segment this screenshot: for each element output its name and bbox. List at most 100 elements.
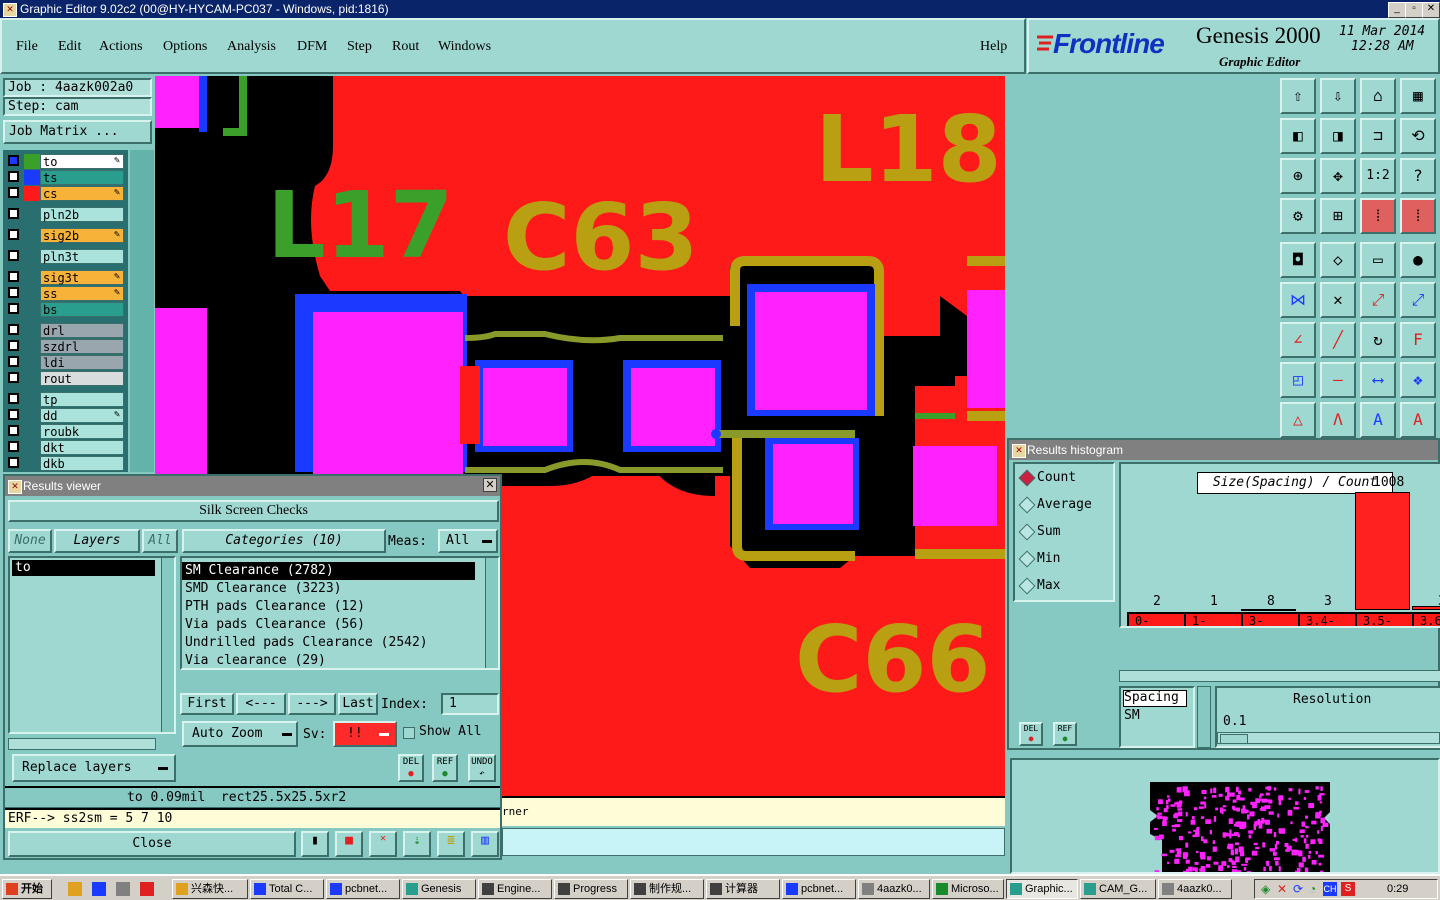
layer-row-ts[interactable]: ts bbox=[6, 170, 124, 185]
taskbar-item[interactable]: Genesis bbox=[402, 879, 476, 899]
layer-name[interactable]: dkb bbox=[40, 456, 124, 471]
quick-launch-icon[interactable] bbox=[92, 882, 106, 896]
category-item[interactable]: Undrilled pads Clearance (2542) bbox=[182, 634, 498, 652]
mode-radio-max[interactable]: Max bbox=[1015, 572, 1113, 599]
mode-radio-count[interactable]: Count bbox=[1015, 464, 1113, 491]
layer-color-swatch[interactable] bbox=[24, 270, 40, 285]
mirror-icon[interactable]: ⊐ bbox=[1360, 118, 1396, 154]
layer-color-swatch[interactable] bbox=[24, 302, 40, 317]
taskbar-item[interactable]: 4aazk0... bbox=[858, 879, 930, 899]
layer-color-swatch[interactable] bbox=[24, 207, 40, 222]
resolution-slider[interactable] bbox=[1217, 732, 1440, 744]
layer-name[interactable]: sig2b bbox=[40, 228, 124, 243]
layer-row-dkt[interactable]: dkt bbox=[6, 440, 124, 455]
scale-icon[interactable]: 1:2 bbox=[1360, 158, 1396, 194]
taskbar-item[interactable]: 计算器 bbox=[706, 879, 780, 899]
histogram-bar[interactable] bbox=[1241, 609, 1296, 611]
menu-actions[interactable]: Actions bbox=[99, 39, 143, 55]
triangle-icon[interactable]: △ bbox=[1280, 402, 1316, 438]
layer-name[interactable]: to bbox=[40, 154, 124, 169]
layer-color-swatch[interactable] bbox=[24, 392, 40, 407]
layer-result-list[interactable]: to bbox=[8, 556, 176, 734]
layer-name[interactable]: drl bbox=[40, 323, 124, 338]
layer-name[interactable]: sig3t bbox=[40, 270, 124, 285]
menu-step[interactable]: Step bbox=[347, 39, 372, 55]
category-list[interactable]: SM Clearance (2782) SMD Clearance (3223) P… bbox=[180, 556, 500, 670]
layer-checkbox[interactable] bbox=[8, 393, 19, 404]
tray-cross-icon[interactable]: ✕ bbox=[1277, 882, 1287, 896]
tray-sync-icon[interactable]: ⟳ bbox=[1293, 882, 1303, 896]
taskbar-item[interactable]: 制作规... bbox=[630, 879, 704, 899]
tray-network-icon[interactable]: ◈ bbox=[1261, 882, 1270, 896]
a-cross-icon[interactable]: A bbox=[1400, 402, 1436, 438]
layer-row-bs[interactable]: bs bbox=[6, 302, 124, 317]
layer-name[interactable]: roubk bbox=[40, 424, 124, 439]
layer-color-swatch[interactable] bbox=[24, 170, 40, 185]
radio-indicator[interactable] bbox=[1018, 523, 1036, 541]
report-icon[interactable]: ≣ bbox=[437, 831, 465, 857]
layer-checkbox[interactable] bbox=[8, 372, 19, 383]
layer-checkbox[interactable] bbox=[8, 287, 19, 298]
taskbar-item[interactable]: Graphic... bbox=[1006, 879, 1078, 899]
taskbar-item[interactable]: Engine... bbox=[478, 879, 552, 899]
layer-color-swatch[interactable] bbox=[24, 154, 40, 169]
menu-windows[interactable]: Windows bbox=[438, 39, 491, 55]
taskbar-item[interactable]: Microso... bbox=[932, 879, 1004, 899]
home-icon[interactable]: ⌂ bbox=[1360, 78, 1396, 114]
filter-icon[interactable]: ⁞ bbox=[1400, 198, 1436, 234]
menu-options[interactable]: Options bbox=[163, 39, 207, 55]
layer-list-scrollbar[interactable] bbox=[130, 150, 154, 472]
quick-launch-icon[interactable] bbox=[140, 882, 154, 896]
histogram-bar[interactable] bbox=[1412, 606, 1440, 610]
layer-color-swatch[interactable] bbox=[24, 371, 40, 386]
layer-row-tp[interactable]: tp bbox=[6, 392, 124, 407]
index-input[interactable]: 1 bbox=[441, 693, 499, 715]
layer-color-swatch[interactable] bbox=[24, 456, 40, 471]
layer-checkbox[interactable] bbox=[8, 250, 19, 261]
menu-edit[interactable]: Edit bbox=[58, 39, 81, 55]
field-item-sm[interactable]: SM bbox=[1121, 709, 1193, 724]
layer-name[interactable]: cs bbox=[40, 186, 124, 201]
link-icon[interactable]: ⤢ bbox=[1360, 282, 1396, 318]
rotate-icon[interactable]: ⟲ bbox=[1400, 118, 1436, 154]
histogram-del-button[interactable]: DEL ● bbox=[1019, 722, 1043, 746]
next-button[interactable]: ---> bbox=[288, 693, 336, 715]
ref-button[interactable]: REF ● bbox=[432, 754, 458, 782]
layer-color-swatch[interactable] bbox=[24, 424, 40, 439]
layer-name[interactable]: pln2b bbox=[40, 207, 124, 222]
minimize-button[interactable]: _ bbox=[1388, 2, 1406, 18]
step-icon[interactable]: ⇣ bbox=[403, 831, 431, 857]
category-item[interactable]: Via clearance (29) bbox=[182, 652, 498, 670]
tray-language-icon[interactable]: CH bbox=[1323, 882, 1337, 896]
radio-indicator[interactable] bbox=[1018, 577, 1036, 595]
category-item[interactable]: PTH pads Clearance (12) bbox=[182, 598, 498, 616]
histogram-icon[interactable]: ▥ bbox=[471, 831, 499, 857]
menu-rout[interactable]: Rout bbox=[392, 39, 419, 55]
layer-color-swatch[interactable] bbox=[24, 286, 40, 301]
all-layers-button[interactable]: All bbox=[142, 529, 178, 553]
taskbar-item[interactable]: pcbnet... bbox=[326, 879, 400, 899]
ref-cross-icon[interactable]: ✕ bbox=[369, 831, 397, 857]
layer-name[interactable]: ss bbox=[40, 286, 124, 301]
ruler-icon[interactable]: ▭ bbox=[1360, 242, 1396, 278]
radio-indicator[interactable] bbox=[1018, 469, 1036, 487]
close-window-button[interactable]: ✕ bbox=[1422, 2, 1440, 18]
stop-icon[interactable]: ■ bbox=[335, 831, 363, 857]
snap-icon[interactable]: ◘ bbox=[1280, 242, 1316, 278]
taskbar-item[interactable]: CAM_G... bbox=[1080, 879, 1156, 899]
layer-result-item[interactable]: to bbox=[12, 560, 155, 576]
layer-name[interactable]: szdrl bbox=[40, 339, 124, 354]
auto-zoom-select[interactable]: Auto Zoom bbox=[182, 721, 298, 747]
category-item[interactable]: SM Clearance (2782) bbox=[182, 562, 475, 580]
histogram-hscrollbar[interactable] bbox=[1119, 670, 1440, 682]
menu-analysis[interactable]: Analysis bbox=[227, 39, 276, 55]
layer-checkbox[interactable] bbox=[8, 356, 19, 367]
layer-row-ldi[interactable]: ldi bbox=[6, 355, 124, 370]
layer-row-sig3t[interactable]: sig3t ✎ bbox=[6, 270, 124, 285]
layer-checkbox[interactable] bbox=[8, 229, 19, 240]
help-icon[interactable]: ? bbox=[1400, 158, 1436, 194]
category-scrollbar[interactable] bbox=[485, 558, 498, 668]
route-icon[interactable]: ⤢ bbox=[1400, 282, 1436, 318]
radio-indicator[interactable] bbox=[1018, 496, 1036, 514]
taskbar-item[interactable]: Total C... bbox=[250, 879, 324, 899]
